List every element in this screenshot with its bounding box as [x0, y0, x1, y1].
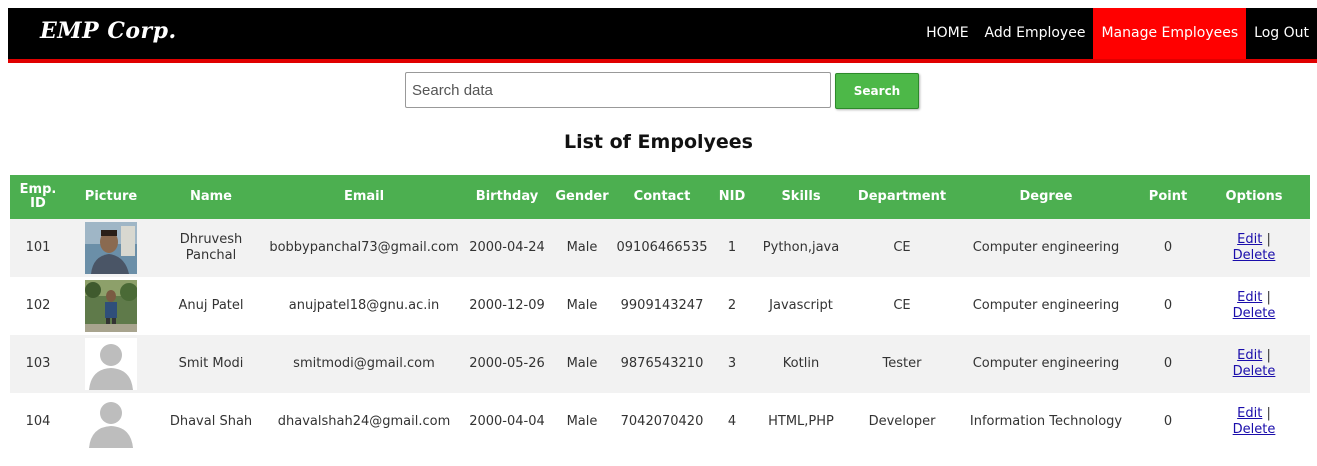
- employees-table: Emp. ID Picture Name Email Birthday Gend…: [10, 175, 1310, 451]
- department-cell: Tester: [882, 356, 922, 371]
- column-header: Emp. ID: [19, 182, 57, 211]
- department-cell: CE: [893, 298, 911, 313]
- table-header-row: Emp. ID Picture Name Email Birthday Gend…: [10, 175, 1310, 219]
- options-cell: Edit | Delete: [1198, 219, 1310, 277]
- column-header: Skills: [781, 189, 821, 204]
- birthday-cell: 2000-12-09: [469, 298, 545, 313]
- options-separator: |: [1262, 290, 1271, 305]
- column-header: Birthday: [475, 189, 539, 204]
- name-cell: Smit Modi: [178, 356, 244, 371]
- gender-cell: Male: [566, 240, 598, 255]
- table-row: 101 Dhruvesh Panchal bobbypanchal73@gmai…: [10, 219, 1310, 277]
- gender-cell: Male: [566, 356, 598, 371]
- degree-cell: Computer engineering: [972, 356, 1120, 371]
- nav-log-out[interactable]: Log Out: [1246, 8, 1317, 59]
- column-header: Point: [1148, 189, 1188, 204]
- table-row: 104 Dhaval Shah dhavalshah24@gmail.com 2…: [10, 393, 1310, 451]
- skills-cell: HTML,PHP: [768, 414, 834, 429]
- degree-cell: Computer engineering: [972, 240, 1120, 255]
- birthday-cell: 2000-05-26: [469, 356, 545, 371]
- delete-link[interactable]: Delete: [1233, 422, 1276, 437]
- gender-cell: Male: [566, 298, 598, 313]
- table-row: 103 Smit Modi smitmodi@gmail.com 2000-05…: [10, 335, 1310, 393]
- contact-cell: 9876543210: [620, 356, 704, 371]
- nav-add-employee[interactable]: Add Employee: [977, 8, 1094, 59]
- email-cell: dhavalshah24@gmail.com: [277, 414, 451, 429]
- emp-id-cell: 101: [25, 240, 51, 255]
- email-cell: bobbypanchal73@gmail.com: [269, 240, 459, 255]
- skills-cell: Javascript: [769, 298, 833, 313]
- degree-cell: Computer engineering: [972, 298, 1120, 313]
- search-button[interactable]: Search: [835, 73, 919, 109]
- search-input[interactable]: [405, 72, 831, 108]
- main-nav: HOME Add Employee Manage Employees Log O…: [918, 8, 1317, 59]
- page-title: List of Empolyees: [564, 131, 753, 153]
- nid-cell: 1: [727, 240, 737, 255]
- photo-icon: [85, 222, 137, 274]
- options-cell: Edit | Delete: [1198, 277, 1310, 335]
- picture-cell: [66, 219, 156, 277]
- point-cell: 0: [1163, 240, 1173, 255]
- birthday-cell: 2000-04-04: [469, 414, 545, 429]
- delete-link[interactable]: Delete: [1233, 364, 1276, 379]
- nav-home[interactable]: HOME: [918, 8, 976, 59]
- avatar-placeholder-icon: [85, 396, 137, 448]
- column-header: Degree: [1019, 189, 1073, 204]
- birthday-cell: 2000-04-24: [469, 240, 545, 255]
- email-cell: anujpatel18@gnu.ac.in: [288, 298, 440, 313]
- brand-logo[interactable]: EMP Corp.: [40, 18, 177, 44]
- point-cell: 0: [1163, 414, 1173, 429]
- name-cell: Dhaval Shah: [169, 414, 253, 429]
- avatar-placeholder-icon: [85, 338, 137, 390]
- edit-link[interactable]: Edit: [1237, 232, 1262, 247]
- column-header: Name: [189, 189, 232, 204]
- options-cell: Edit | Delete: [1198, 335, 1310, 393]
- nav-manage-employees[interactable]: Manage Employees: [1093, 8, 1247, 59]
- photo-icon: [85, 280, 137, 332]
- picture-cell: [66, 393, 156, 451]
- email-cell: smitmodi@gmail.com: [293, 356, 435, 371]
- column-header: Picture: [84, 189, 138, 204]
- column-header: Contact: [633, 189, 691, 204]
- point-cell: 0: [1163, 356, 1173, 371]
- column-header: Options: [1225, 189, 1283, 204]
- column-header: Gender: [555, 189, 609, 204]
- edit-link[interactable]: Edit: [1237, 348, 1262, 363]
- department-cell: CE: [893, 240, 911, 255]
- options-separator: |: [1262, 348, 1271, 363]
- top-navbar: EMP Corp. HOME Add Employee Manage Emplo…: [8, 8, 1317, 63]
- options-separator: |: [1262, 406, 1271, 421]
- gender-cell: Male: [566, 414, 598, 429]
- name-cell: Anuj Patel: [178, 298, 244, 313]
- contact-cell: 7042070420: [620, 414, 704, 429]
- contact-cell: 09106466535: [616, 240, 708, 255]
- skills-cell: Kotlin: [782, 356, 820, 371]
- column-header: Department: [857, 189, 947, 204]
- degree-cell: Information Technology: [969, 414, 1123, 429]
- edit-link[interactable]: Edit: [1237, 406, 1262, 421]
- emp-id-cell: 104: [25, 414, 51, 429]
- column-header: NID: [718, 189, 746, 204]
- table-row: 102 Anuj Patel anujpatel18@gnu.ac.in 200…: [10, 277, 1310, 335]
- options-cell: Edit | Delete: [1198, 393, 1310, 451]
- nid-cell: 3: [727, 356, 737, 371]
- delete-link[interactable]: Delete: [1233, 248, 1276, 263]
- delete-link[interactable]: Delete: [1233, 306, 1276, 321]
- picture-cell: [66, 335, 156, 393]
- department-cell: Developer: [868, 414, 936, 429]
- name-cell: Dhruvesh Panchal: [179, 232, 243, 263]
- column-header: Email: [343, 189, 385, 204]
- emp-id-cell: 102: [25, 298, 51, 313]
- contact-cell: 9909143247: [620, 298, 704, 313]
- point-cell: 0: [1163, 298, 1173, 313]
- picture-cell: [66, 277, 156, 335]
- nid-cell: 2: [727, 298, 737, 313]
- edit-link[interactable]: Edit: [1237, 290, 1262, 305]
- skills-cell: Python,java: [762, 240, 840, 255]
- emp-id-cell: 103: [25, 356, 51, 371]
- nid-cell: 4: [727, 414, 737, 429]
- options-separator: |: [1262, 232, 1271, 247]
